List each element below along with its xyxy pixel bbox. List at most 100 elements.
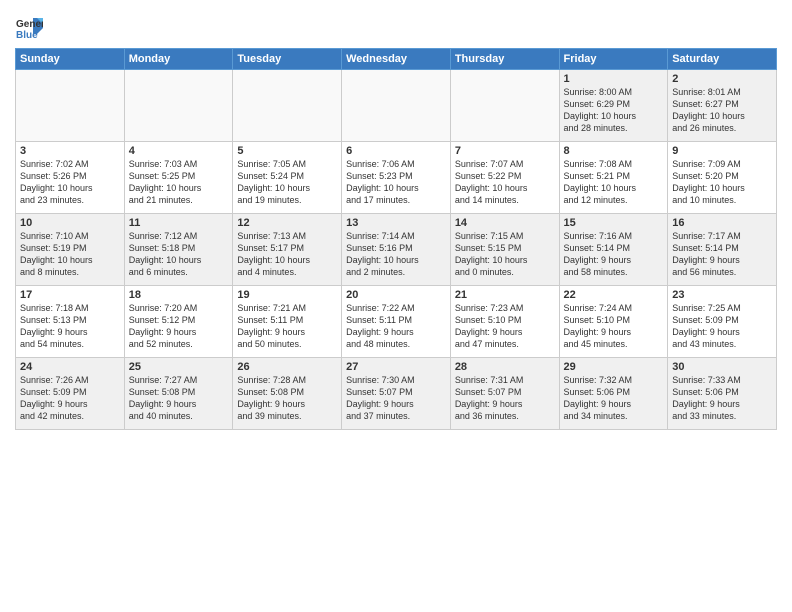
day-number: 30: [672, 361, 772, 373]
day-number: 8: [564, 145, 664, 157]
day-info: Sunrise: 7:06 AM Sunset: 5:23 PM Dayligh…: [346, 158, 446, 207]
calendar-cell: 28Sunrise: 7:31 AM Sunset: 5:07 PM Dayli…: [450, 358, 559, 430]
header: General Blue: [15, 10, 777, 42]
calendar-cell: 12Sunrise: 7:13 AM Sunset: 5:17 PM Dayli…: [233, 214, 342, 286]
day-info: Sunrise: 7:14 AM Sunset: 5:16 PM Dayligh…: [346, 230, 446, 279]
day-info: Sunrise: 7:33 AM Sunset: 5:06 PM Dayligh…: [672, 374, 772, 423]
day-info: Sunrise: 7:28 AM Sunset: 5:08 PM Dayligh…: [237, 374, 337, 423]
day-info: Sunrise: 7:08 AM Sunset: 5:21 PM Dayligh…: [564, 158, 664, 207]
calendar-cell: [233, 70, 342, 142]
calendar-week-1: 3Sunrise: 7:02 AM Sunset: 5:26 PM Daylig…: [16, 142, 777, 214]
calendar-cell: 16Sunrise: 7:17 AM Sunset: 5:14 PM Dayli…: [668, 214, 777, 286]
day-number: 6: [346, 145, 446, 157]
day-number: 12: [237, 217, 337, 229]
day-info: Sunrise: 7:12 AM Sunset: 5:18 PM Dayligh…: [129, 230, 229, 279]
day-number: 25: [129, 361, 229, 373]
day-info: Sunrise: 7:15 AM Sunset: 5:15 PM Dayligh…: [455, 230, 555, 279]
day-number: 17: [20, 289, 120, 301]
day-number: 5: [237, 145, 337, 157]
day-number: 20: [346, 289, 446, 301]
day-info: Sunrise: 7:22 AM Sunset: 5:11 PM Dayligh…: [346, 302, 446, 351]
day-number: 4: [129, 145, 229, 157]
day-info: Sunrise: 7:25 AM Sunset: 5:09 PM Dayligh…: [672, 302, 772, 351]
day-info: Sunrise: 8:01 AM Sunset: 6:27 PM Dayligh…: [672, 86, 772, 135]
calendar-week-3: 17Sunrise: 7:18 AM Sunset: 5:13 PM Dayli…: [16, 286, 777, 358]
day-number: 11: [129, 217, 229, 229]
calendar-cell: 1Sunrise: 8:00 AM Sunset: 6:29 PM Daylig…: [559, 70, 668, 142]
day-number: 13: [346, 217, 446, 229]
day-number: 10: [20, 217, 120, 229]
day-number: 7: [455, 145, 555, 157]
calendar-week-4: 24Sunrise: 7:26 AM Sunset: 5:09 PM Dayli…: [16, 358, 777, 430]
day-info: Sunrise: 7:32 AM Sunset: 5:06 PM Dayligh…: [564, 374, 664, 423]
calendar-cell: 23Sunrise: 7:25 AM Sunset: 5:09 PM Dayli…: [668, 286, 777, 358]
calendar-cell: [450, 70, 559, 142]
day-number: 1: [564, 73, 664, 85]
calendar-cell: [342, 70, 451, 142]
logo-icon: General Blue: [15, 14, 43, 42]
day-info: Sunrise: 8:00 AM Sunset: 6:29 PM Dayligh…: [564, 86, 664, 135]
day-info: Sunrise: 7:27 AM Sunset: 5:08 PM Dayligh…: [129, 374, 229, 423]
calendar-cell: 19Sunrise: 7:21 AM Sunset: 5:11 PM Dayli…: [233, 286, 342, 358]
calendar-cell: 27Sunrise: 7:30 AM Sunset: 5:07 PM Dayli…: [342, 358, 451, 430]
calendar-table: SundayMondayTuesdayWednesdayThursdayFrid…: [15, 48, 777, 430]
calendar-cell: 13Sunrise: 7:14 AM Sunset: 5:16 PM Dayli…: [342, 214, 451, 286]
calendar-cell: 9Sunrise: 7:09 AM Sunset: 5:20 PM Daylig…: [668, 142, 777, 214]
day-info: Sunrise: 7:18 AM Sunset: 5:13 PM Dayligh…: [20, 302, 120, 351]
calendar-cell: 24Sunrise: 7:26 AM Sunset: 5:09 PM Dayli…: [16, 358, 125, 430]
day-number: 23: [672, 289, 772, 301]
calendar-cell: [124, 70, 233, 142]
calendar-cell: 20Sunrise: 7:22 AM Sunset: 5:11 PM Dayli…: [342, 286, 451, 358]
day-number: 2: [672, 73, 772, 85]
weekday-header-row: SundayMondayTuesdayWednesdayThursdayFrid…: [16, 49, 777, 70]
day-number: 15: [564, 217, 664, 229]
day-info: Sunrise: 7:23 AM Sunset: 5:10 PM Dayligh…: [455, 302, 555, 351]
calendar-cell: 26Sunrise: 7:28 AM Sunset: 5:08 PM Dayli…: [233, 358, 342, 430]
calendar-cell: 4Sunrise: 7:03 AM Sunset: 5:25 PM Daylig…: [124, 142, 233, 214]
calendar-cell: 11Sunrise: 7:12 AM Sunset: 5:18 PM Dayli…: [124, 214, 233, 286]
calendar-body: 1Sunrise: 8:00 AM Sunset: 6:29 PM Daylig…: [16, 70, 777, 430]
day-number: 22: [564, 289, 664, 301]
calendar-cell: 2Sunrise: 8:01 AM Sunset: 6:27 PM Daylig…: [668, 70, 777, 142]
svg-text:Blue: Blue: [16, 30, 38, 41]
weekday-header-sunday: Sunday: [16, 49, 125, 70]
calendar-cell: 18Sunrise: 7:20 AM Sunset: 5:12 PM Dayli…: [124, 286, 233, 358]
day-info: Sunrise: 7:16 AM Sunset: 5:14 PM Dayligh…: [564, 230, 664, 279]
day-number: 18: [129, 289, 229, 301]
weekday-header-thursday: Thursday: [450, 49, 559, 70]
calendar-week-0: 1Sunrise: 8:00 AM Sunset: 6:29 PM Daylig…: [16, 70, 777, 142]
weekday-header-monday: Monday: [124, 49, 233, 70]
day-info: Sunrise: 7:07 AM Sunset: 5:22 PM Dayligh…: [455, 158, 555, 207]
day-info: Sunrise: 7:30 AM Sunset: 5:07 PM Dayligh…: [346, 374, 446, 423]
calendar-cell: [16, 70, 125, 142]
day-number: 19: [237, 289, 337, 301]
day-number: 21: [455, 289, 555, 301]
calendar-cell: 15Sunrise: 7:16 AM Sunset: 5:14 PM Dayli…: [559, 214, 668, 286]
weekday-header-wednesday: Wednesday: [342, 49, 451, 70]
calendar-cell: 21Sunrise: 7:23 AM Sunset: 5:10 PM Dayli…: [450, 286, 559, 358]
calendar-header: SundayMondayTuesdayWednesdayThursdayFrid…: [16, 49, 777, 70]
calendar-cell: 14Sunrise: 7:15 AM Sunset: 5:15 PM Dayli…: [450, 214, 559, 286]
calendar-cell: 17Sunrise: 7:18 AM Sunset: 5:13 PM Dayli…: [16, 286, 125, 358]
calendar-cell: 25Sunrise: 7:27 AM Sunset: 5:08 PM Dayli…: [124, 358, 233, 430]
calendar-week-2: 10Sunrise: 7:10 AM Sunset: 5:19 PM Dayli…: [16, 214, 777, 286]
day-info: Sunrise: 7:24 AM Sunset: 5:10 PM Dayligh…: [564, 302, 664, 351]
calendar-cell: 10Sunrise: 7:10 AM Sunset: 5:19 PM Dayli…: [16, 214, 125, 286]
day-number: 28: [455, 361, 555, 373]
day-info: Sunrise: 7:20 AM Sunset: 5:12 PM Dayligh…: [129, 302, 229, 351]
day-number: 27: [346, 361, 446, 373]
day-number: 14: [455, 217, 555, 229]
weekday-header-tuesday: Tuesday: [233, 49, 342, 70]
day-info: Sunrise: 7:26 AM Sunset: 5:09 PM Dayligh…: [20, 374, 120, 423]
day-info: Sunrise: 7:21 AM Sunset: 5:11 PM Dayligh…: [237, 302, 337, 351]
calendar-cell: 22Sunrise: 7:24 AM Sunset: 5:10 PM Dayli…: [559, 286, 668, 358]
weekday-header-saturday: Saturday: [668, 49, 777, 70]
day-info: Sunrise: 7:17 AM Sunset: 5:14 PM Dayligh…: [672, 230, 772, 279]
day-number: 26: [237, 361, 337, 373]
calendar-cell: 3Sunrise: 7:02 AM Sunset: 5:26 PM Daylig…: [16, 142, 125, 214]
page-container: General Blue SundayMondayTuesdayWednesda…: [0, 0, 792, 435]
calendar-cell: 30Sunrise: 7:33 AM Sunset: 5:06 PM Dayli…: [668, 358, 777, 430]
calendar-cell: 8Sunrise: 7:08 AM Sunset: 5:21 PM Daylig…: [559, 142, 668, 214]
day-info: Sunrise: 7:09 AM Sunset: 5:20 PM Dayligh…: [672, 158, 772, 207]
day-info: Sunrise: 7:02 AM Sunset: 5:26 PM Dayligh…: [20, 158, 120, 207]
